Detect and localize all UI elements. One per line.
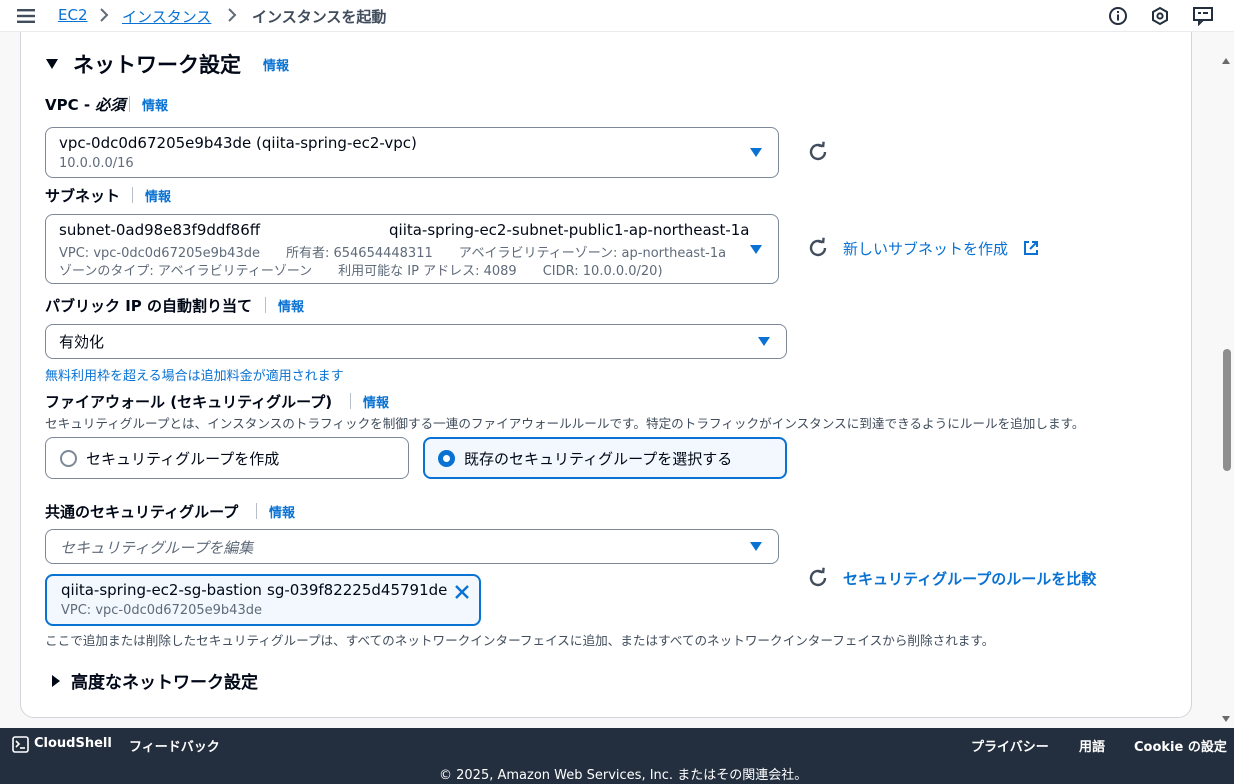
- token-sg-id: sg-039f82225d45791de: [267, 581, 448, 599]
- subnet-info-link[interactable]: 情報: [145, 186, 171, 205]
- firewall-description: セキュリティグループとは、インスタンスのトラフィックを制御する一連のファイアウォ…: [45, 416, 1085, 431]
- section-title[interactable]: ネットワーク設定: [73, 49, 241, 79]
- subnet-label: サブネット: [45, 187, 121, 205]
- advanced-network-settings[interactable]: 高度なネットワーク設定: [71, 668, 258, 693]
- copyright: © 2025, Amazon Web Services, Inc. またはその関…: [439, 768, 808, 783]
- public-ip-note: 無料利用枠を超える場合は追加料金が適用されます: [45, 365, 344, 384]
- radio-create-sg[interactable]: [60, 450, 77, 467]
- chevron-right-icon: [98, 6, 110, 28]
- vpc-select-value: vpc-0dc0d67205e9b43de (qiita-spring-ec2-…: [59, 134, 417, 152]
- subnet-select[interactable]: subnet-0ad98e83f9ddf86ff qiita-spring-ec…: [45, 214, 779, 284]
- vpc-info-link[interactable]: 情報: [142, 95, 168, 114]
- divider: [256, 503, 257, 519]
- refresh-subnet-icon[interactable]: [807, 237, 829, 259]
- breadcrumb-ec2[interactable]: EC2: [58, 6, 88, 24]
- security-group-token: qiita-spring-ec2-sg-bastion sg-039f82225…: [45, 574, 481, 626]
- section-info-link[interactable]: 情報: [263, 55, 289, 74]
- caret-down-icon: [750, 148, 762, 157]
- create-subnet-link[interactable]: 新しいサブネットを作成: [843, 238, 1008, 259]
- divider: [129, 96, 130, 112]
- menu-icon[interactable]: [16, 8, 36, 24]
- settings-hexagon-icon[interactable]: [1150, 6, 1170, 26]
- subnet-details-2: ゾーンのタイプ: アベイラビリティーゾーン 利用可能な IP アドレス: 408…: [59, 264, 663, 279]
- vpc-required: 必須: [95, 96, 126, 114]
- scroll-up-icon[interactable]: [1221, 50, 1231, 69]
- token-sg-name: qiita-spring-ec2-sg-bastion: [61, 581, 262, 599]
- firewall-label: ファイアウォール (セキュリティグループ): [45, 393, 333, 411]
- vpc-label: VPC - 必須: [45, 94, 125, 115]
- cloudshell-icon[interactable]: [12, 736, 29, 757]
- existing-sg-option[interactable]: 既存のセキュリティグループを選択する: [423, 437, 787, 479]
- caret-down-icon[interactable]: [45, 55, 59, 74]
- common-sg-label: 共通のセキュリティグループ: [45, 503, 239, 521]
- divider: [350, 393, 351, 409]
- public-ip-value: 有効化: [59, 333, 105, 351]
- caret-right-icon[interactable]: [51, 673, 61, 692]
- vpc-label-text: VPC -: [45, 96, 96, 114]
- caret-down-icon: [750, 245, 762, 254]
- security-group-placeholder: セキュリティグループを編集: [60, 539, 254, 557]
- page-content: ネットワーク設定 情報 VPC - 必須 情報 vpc-0dc0d67205e9…: [0, 32, 1234, 728]
- terms-link[interactable]: 用語: [1079, 736, 1105, 755]
- external-link-icon[interactable]: [1022, 239, 1040, 261]
- breadcrumb-instances[interactable]: インスタンス: [122, 6, 211, 27]
- top-bar: EC2 インスタンス インスタンスを起動: [0, 0, 1234, 32]
- vpc-select[interactable]: vpc-0dc0d67205e9b43de (qiita-spring-ec2-…: [45, 127, 779, 178]
- refresh-vpc-icon[interactable]: [807, 141, 829, 163]
- close-icon[interactable]: [453, 583, 471, 605]
- caret-down-icon: [750, 542, 762, 551]
- subnet-details-1: VPC: vpc-0dc0d67205e9b43de 所有者: 65465444…: [59, 246, 727, 261]
- common-sg-note: ここで追加または削除したセキュリティグループは、すべてのネットワークインターフェ…: [45, 633, 995, 648]
- common-sg-info-link[interactable]: 情報: [269, 502, 295, 521]
- divider: [132, 187, 133, 203]
- footer: CloudShell フィードバック プライバシー 用語 Cookie の設定 …: [0, 728, 1234, 784]
- chevron-right-icon: [226, 6, 238, 28]
- scroll-down-icon[interactable]: [1221, 708, 1231, 727]
- breadcrumb-current: インスタンスを起動: [252, 8, 387, 26]
- privacy-link[interactable]: プライバシー: [971, 736, 1049, 755]
- breadcrumb: EC2 インスタンス インスタンスを起動: [58, 0, 658, 32]
- firewall-info-link[interactable]: 情報: [363, 392, 389, 411]
- existing-sg-label: 既存のセキュリティグループを選択する: [464, 450, 733, 468]
- radio-existing-sg[interactable]: [438, 450, 455, 467]
- refresh-sg-icon[interactable]: [807, 567, 829, 589]
- info-icon[interactable]: [1108, 6, 1128, 26]
- public-ip-info-link[interactable]: 情報: [278, 296, 304, 315]
- extra-charge-link[interactable]: 追加料金が適用されます: [201, 369, 344, 384]
- cloudshell-button[interactable]: CloudShell: [34, 736, 112, 751]
- create-sg-option[interactable]: セキュリティグループを作成: [45, 437, 409, 479]
- cookie-settings-link[interactable]: Cookie の設定: [1134, 736, 1227, 755]
- network-settings-panel: ネットワーク設定 情報 VPC - 必須 情報 vpc-0dc0d67205e9…: [20, 32, 1192, 718]
- compare-sg-rules-link[interactable]: セキュリティグループのルールを比較: [843, 568, 1096, 589]
- caret-down-icon: [758, 337, 770, 346]
- scrollbar[interactable]: [1218, 40, 1234, 724]
- security-group-select[interactable]: セキュリティグループを編集: [45, 529, 779, 564]
- divider: [265, 297, 266, 313]
- scrollbar-thumb[interactable]: [1223, 349, 1231, 471]
- create-sg-label: セキュリティグループを作成: [86, 450, 280, 468]
- token-sg-vpc: VPC: vpc-0dc0d67205e9b43de: [61, 603, 262, 618]
- public-ip-note-text: 無料利用枠を超える場合は: [45, 369, 201, 384]
- feedback-button[interactable]: フィードバック: [129, 736, 220, 755]
- public-ip-select[interactable]: 有効化: [45, 324, 787, 359]
- feedback-screen-icon[interactable]: [1192, 6, 1213, 27]
- vpc-select-cidr: 10.0.0.0/16: [59, 156, 134, 171]
- subnet-id: subnet-0ad98e83f9ddf86ff: [59, 221, 261, 239]
- public-ip-label: パブリック IP の自動割り当て: [45, 297, 253, 315]
- subnet-name: qiita-spring-ec2-subnet-public1-ap-north…: [389, 221, 750, 239]
